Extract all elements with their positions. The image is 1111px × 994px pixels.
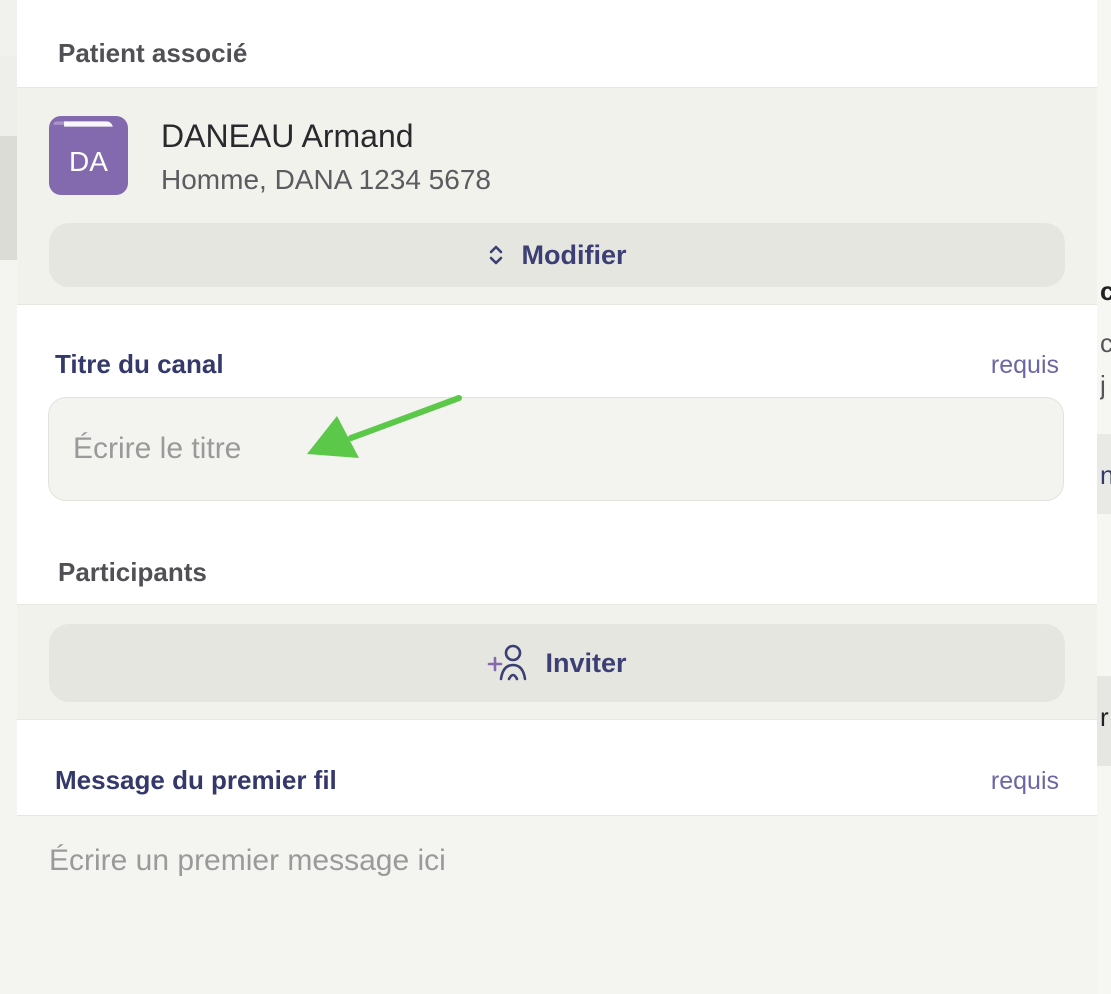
background-left-band xyxy=(0,56,17,136)
first-message-label: Message du premier fil xyxy=(55,765,337,795)
channel-title-input[interactable] xyxy=(48,397,1064,501)
folder-icon xyxy=(53,121,113,127)
channel-title-label: Titre du canal xyxy=(55,349,224,379)
patient-avatar: DA xyxy=(49,116,128,195)
background-left-top xyxy=(0,0,17,56)
add-user-icon xyxy=(488,644,527,681)
background-left-middle xyxy=(0,136,17,260)
patient-card: DA DANEAU Armand Homme, DANA 1234 5678 M… xyxy=(17,87,1097,305)
pointer-arrow-icon xyxy=(307,395,462,458)
participants-section-label: Participants xyxy=(58,557,207,587)
patient-details: Homme, DANA 1234 5678 xyxy=(161,164,491,195)
invite-button-label: Inviter xyxy=(545,647,627,678)
patient-initials: DA xyxy=(69,146,108,177)
background-fragment-text: cl xyxy=(1100,328,1111,358)
first-message-textarea[interactable] xyxy=(17,815,1097,994)
patient-section-label: Patient associé xyxy=(58,38,248,68)
background-fragment-text: j xyxy=(1100,370,1106,400)
modify-button-label: Modifier xyxy=(521,239,627,270)
background-fragment-text: c xyxy=(1100,276,1111,306)
modify-patient-button[interactable]: Modifier xyxy=(49,223,1065,287)
chevron-up-down-icon xyxy=(489,245,502,265)
participants-card: Inviter xyxy=(17,604,1097,720)
create-channel-panel: Patient associé DA DANEAU Armand Homme, … xyxy=(17,0,1097,994)
background-fragment-text: r xyxy=(1100,702,1109,732)
first-message-required: requis xyxy=(990,767,1059,795)
channel-title-required: requis xyxy=(990,351,1059,379)
patient-name: DANEAU Armand xyxy=(161,118,414,154)
background-left-lower xyxy=(0,260,17,994)
background-fragment-text: ni xyxy=(1100,460,1111,490)
invite-button[interactable]: Inviter xyxy=(49,624,1065,702)
